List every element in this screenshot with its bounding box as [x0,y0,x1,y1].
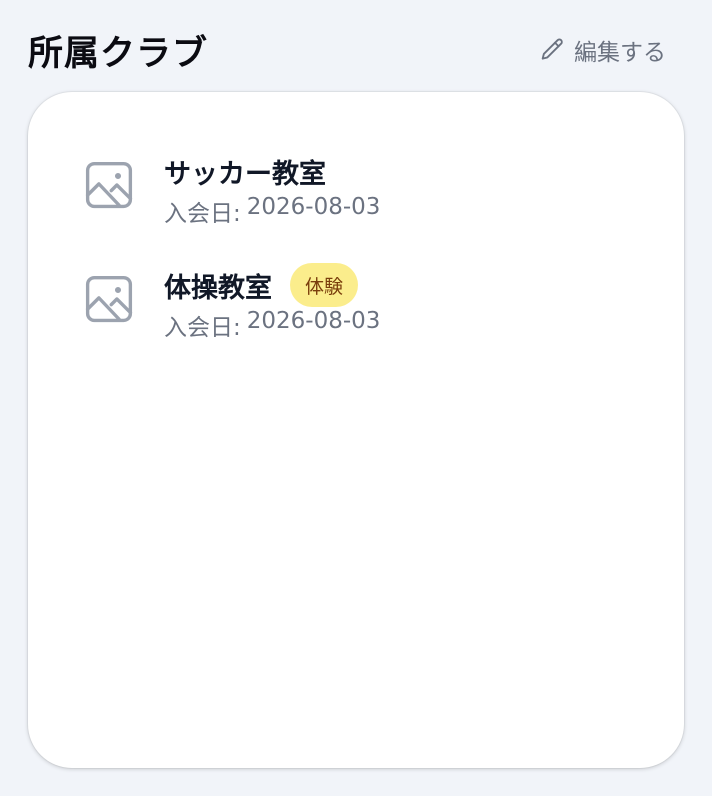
clubs-card: サッカー教室 入会日: 2026-08-03 体操教室 体験 入会日: 2026… [28,92,684,768]
image-placeholder-icon [82,272,136,326]
join-date-label: 入会日: [164,201,241,227]
club-info: サッカー教室 入会日: 2026-08-03 [164,148,380,228]
edit-button-label: 編集する [574,40,666,66]
section-title: 所属クラブ [28,33,209,74]
image-placeholder-icon [82,158,136,212]
club-info: 体操教室 体験 入会日: 2026-08-03 [164,262,380,342]
section-header: 所属クラブ 編集する [28,24,668,76]
club-item[interactable]: 体操教室 体験 入会日: 2026-08-03 [82,262,380,342]
trial-badge: 体験 [290,263,359,307]
join-date: 入会日: 2026-08-03 [164,308,380,342]
club-name-row: サッカー教室 [164,148,380,194]
join-date: 入会日: 2026-08-03 [164,194,380,228]
edit-button[interactable]: 編集する [536,29,668,71]
page: 所属クラブ 編集する サッカー教室 入会日: 2026-08-03 体操教室 体… [0,0,712,796]
club-name: 体操教室 [164,272,272,304]
club-name: サッカー教室 [164,158,326,190]
join-date-label: 入会日: [164,315,241,341]
join-date-value: 2026-08-03 [246,308,381,334]
pencil-icon [538,36,566,64]
join-date-value: 2026-08-03 [246,194,381,220]
club-item[interactable]: サッカー教室 入会日: 2026-08-03 [82,148,380,228]
club-name-row: 体操教室 体験 [164,262,380,308]
